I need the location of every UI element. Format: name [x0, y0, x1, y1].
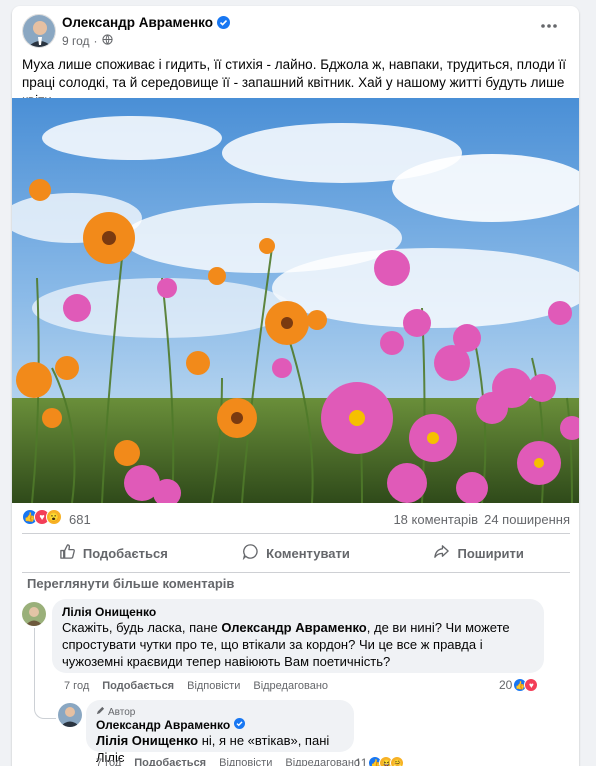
- post-stats: 👍 ♥ 😮 681 18 коментарів 24 поширення: [22, 509, 570, 531]
- author-avatar[interactable]: [22, 14, 56, 48]
- reply-like-button[interactable]: Подобається: [134, 757, 206, 766]
- reply-time[interactable]: 7 год: [96, 757, 121, 766]
- like-label: Подобається: [82, 545, 168, 561]
- author-reply-avatar[interactable]: [58, 703, 82, 727]
- wow-icon: 😮: [46, 509, 62, 525]
- reply-mention[interactable]: Лілія Онищенко: [96, 733, 198, 748]
- reply-author-text[interactable]: Олександр Авраменко: [96, 718, 230, 732]
- comment-reaction-count: 20: [499, 678, 513, 692]
- post-meta: 9 год ·: [62, 34, 113, 48]
- author-badge-label: Автор: [108, 706, 136, 718]
- post-card: Олександр Авраменко 9 год · Муха лише сп…: [12, 6, 579, 766]
- dot-separator: ·: [93, 34, 98, 48]
- share-button[interactable]: Поширити: [387, 536, 570, 570]
- comment-text-pre: Скажіть, будь ласка, пане: [62, 620, 222, 635]
- pencil-icon: [96, 706, 105, 718]
- reply-reply-button[interactable]: Відповісти: [219, 757, 272, 766]
- divider: [22, 572, 570, 573]
- comment-actions: 7 год Подобається Відповісти Відредагова…: [64, 680, 328, 692]
- comment-time[interactable]: 7 год: [64, 680, 89, 692]
- comment-text: Скажіть, будь ласка, пане Олександр Авра…: [62, 619, 534, 670]
- post-photo[interactable]: [12, 98, 579, 507]
- comment-edited-label: Відредаговано: [253, 680, 329, 692]
- love-icon: ♥: [524, 678, 539, 692]
- verified-badge-icon: [234, 718, 246, 732]
- author-name-text[interactable]: Олександр Авраменко: [62, 15, 213, 30]
- comment-mention[interactable]: Олександр Авраменко: [221, 620, 366, 635]
- globe-icon: [101, 34, 113, 48]
- commenter-avatar[interactable]: [22, 602, 46, 626]
- author-badge: Автор: [96, 706, 344, 718]
- like-button[interactable]: Подобається: [22, 536, 205, 570]
- comment-button[interactable]: Коментувати: [205, 536, 388, 570]
- comment-label: Коментувати: [266, 545, 350, 561]
- share-icon: [433, 543, 450, 563]
- reply-bubble: Автор Олександр Авраменко Лілія Онищенко…: [86, 700, 354, 765]
- reply-author[interactable]: Олександр Авраменко: [96, 718, 344, 732]
- comment-reply-button[interactable]: Відповісти: [187, 680, 240, 692]
- author-name[interactable]: Олександр Авраменко: [62, 15, 230, 30]
- reply-actions: 7 год Подобається Відповісти Відредагова…: [96, 757, 360, 766]
- share-label: Поширити: [457, 545, 524, 561]
- comments-count[interactable]: 18 коментарів: [393, 512, 478, 527]
- shares-count[interactable]: 24 поширення: [484, 512, 570, 527]
- view-more-comments-link[interactable]: Переглянути більше коментарів: [27, 576, 234, 591]
- comment-author[interactable]: Лілія Онищенко: [62, 605, 534, 619]
- care-icon: 🤗: [390, 756, 405, 766]
- like-icon: [59, 543, 76, 563]
- reply-reaction-count: 11: [355, 756, 368, 766]
- divider: [22, 533, 570, 534]
- comment-reactions[interactable]: 20 👍 ♥: [499, 678, 539, 692]
- reply-edited-label: Відредаговано: [285, 757, 361, 766]
- reaction-count[interactable]: 681: [69, 512, 91, 527]
- verified-badge-icon: [217, 16, 230, 29]
- comment-icon: [242, 543, 259, 563]
- reply-thread-line: [34, 628, 56, 719]
- post-header: Олександр Авраменко 9 год ·: [12, 6, 579, 54]
- more-options-button[interactable]: [537, 16, 561, 40]
- reaction-icons[interactable]: 👍 ♥ 😮: [22, 509, 62, 525]
- comment-bubble: Лілія Онищенко Скажіть, будь ласка, пане…: [52, 599, 544, 673]
- reply-reactions[interactable]: 11 👍 😆 🤗: [355, 756, 405, 766]
- post-time[interactable]: 9 год: [62, 34, 90, 48]
- comment-like-button[interactable]: Подобається: [102, 680, 174, 692]
- post-actions: Подобається Коментувати Поширити: [22, 536, 570, 570]
- more-horizontal-icon: [539, 20, 559, 40]
